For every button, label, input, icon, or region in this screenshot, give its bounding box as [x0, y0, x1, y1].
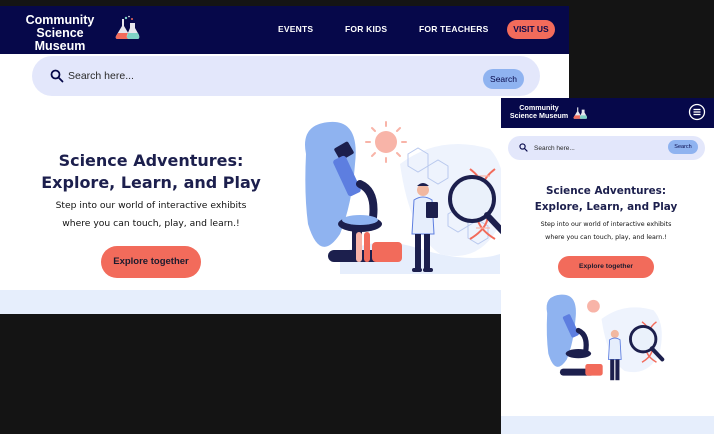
- hero-subtitle: Step into our world of interactive exhib…: [40, 197, 262, 233]
- mobile-hero-subtitle: Step into our world of interactive exhib…: [521, 218, 691, 244]
- nav-for-kids[interactable]: FOR KIDS: [345, 24, 387, 34]
- mobile-hero-title: Science Adventures: Explore, Learn, and …: [521, 183, 691, 215]
- mobile-hero-subtitle-line-2: where you can touch, play, and learn.!: [545, 234, 667, 241]
- bottom-section-band: [0, 290, 569, 314]
- desktop-mockup: Community Science Museum EVENTS FOR KIDS…: [0, 6, 569, 314]
- mobile-bottom-band: [501, 416, 714, 434]
- mobile-search-button[interactable]: Search: [668, 140, 698, 154]
- hero-subtitle-line-1: Step into our world of interactive exhib…: [55, 200, 247, 211]
- hero-title-line-2: Explore, Learn, and Play: [41, 173, 261, 192]
- mobile-logo-line-2: Science Museum: [509, 111, 569, 120]
- flask-beakers-icon: [115, 15, 140, 39]
- mobile-science-illustration: [546, 294, 665, 381]
- site-logo[interactable]: Community Science Museum: [10, 14, 110, 53]
- search-icon: [519, 143, 528, 152]
- mobile-site-logo[interactable]: Community Science Museum: [507, 104, 571, 120]
- mockup-stage: Community Science Museum EVENTS FOR KIDS…: [0, 0, 714, 434]
- search-icon: [50, 69, 64, 83]
- flask-beakers-icon: [573, 107, 587, 119]
- logo-line-2: Science Museum: [34, 26, 86, 53]
- mobile-explore-together-button[interactable]: Explore together: [558, 256, 654, 278]
- visit-us-button[interactable]: VISIT US: [507, 20, 555, 39]
- mobile-hero-title-line-2: Explore, Learn, and Play: [534, 201, 678, 213]
- nav-for-teachers[interactable]: FOR TEACHERS: [419, 24, 488, 34]
- hamburger-menu-icon[interactable]: [688, 103, 706, 121]
- hero-title: Science Adventures: Explore, Learn, and …: [40, 150, 262, 194]
- search-button[interactable]: Search: [483, 69, 524, 89]
- mobile-mockup: Community Science Museum Search Science …: [501, 98, 714, 434]
- search-input[interactable]: [68, 66, 448, 86]
- mobile-search-input[interactable]: [534, 141, 654, 155]
- nav-events[interactable]: EVENTS: [278, 24, 313, 34]
- hero-title-line-1: Science Adventures:: [58, 151, 244, 170]
- hero-subtitle-line-2: where you can touch, play, and learn.!: [62, 218, 240, 229]
- explore-together-button[interactable]: Explore together: [101, 246, 201, 278]
- science-illustration: [305, 121, 508, 274]
- mobile-hero-title-line-1: Science Adventures:: [545, 185, 667, 197]
- mobile-hero-subtitle-line-1: Step into our world of interactive exhib…: [540, 221, 672, 228]
